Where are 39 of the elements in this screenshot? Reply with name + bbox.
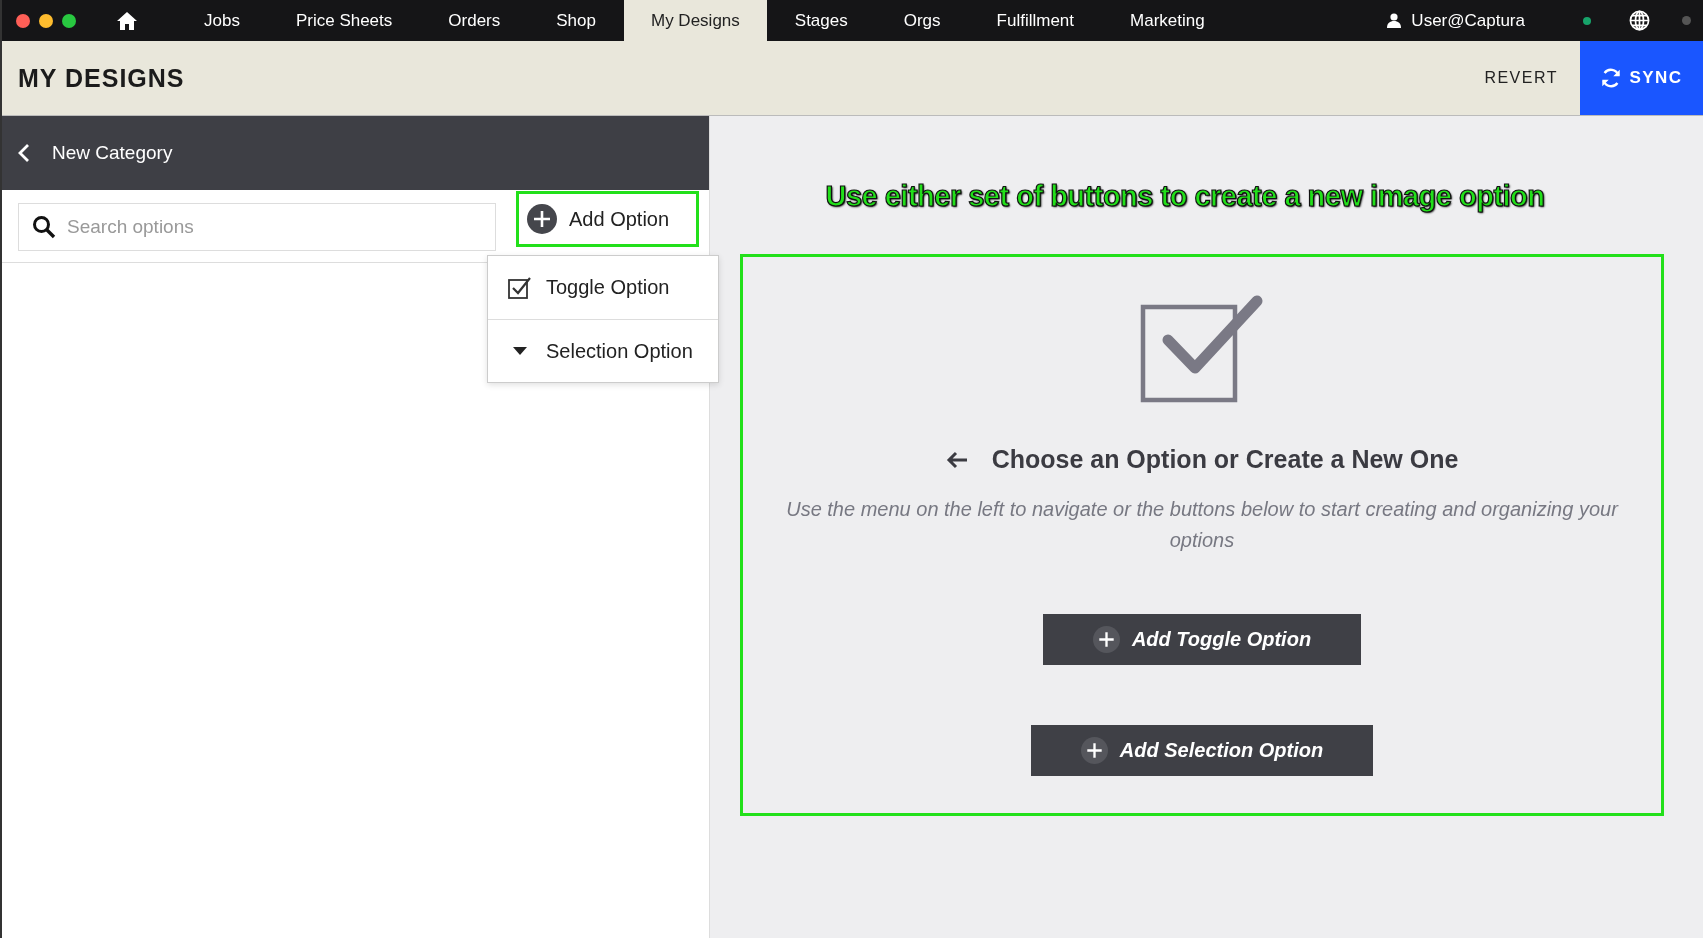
globe-icon[interactable] [1629,10,1650,31]
minimize-window-icon[interactable] [39,13,53,28]
nav-tab[interactable]: My Designs [624,0,767,41]
search-field[interactable]: Search options [18,203,496,251]
checkbox-icon [1139,295,1265,403]
nav-tab[interactable]: Stages [766,0,876,41]
menu-item[interactable]: Toggle Option [488,256,718,319]
nav-tab[interactable]: Fulfillment [968,0,1103,41]
empty-state-text: Use the menu on the left to navigate or the buttons below to start creating and organizing your options [785,497,1620,553]
close-window-icon[interactable] [16,13,30,28]
revert-button[interactable]: REVERT [1464,59,1578,97]
status-dot-icon [1583,16,1591,25]
plus-icon [527,204,557,234]
category-title: New Category [52,142,173,164]
user-icon [1387,13,1402,28]
add-option-button[interactable]: Add Selection Option [1030,725,1374,776]
nav-tab[interactable]: Orders [420,0,529,41]
add-option-button[interactable]: Add Toggle Option [1042,614,1362,665]
empty-state-heading: Choose an Option or Create a New One [991,445,1459,474]
nav-tab[interactable]: Jobs [176,0,268,41]
back-chevron-icon[interactable] [18,143,30,163]
plus-icon [1092,626,1120,653]
annotation-caption: Use either set of buttons to create a new image option [824,180,1546,214]
nav-tab[interactable]: Marketing [1102,0,1233,41]
menu-item[interactable]: Selection Option [488,319,718,382]
maximize-window-icon[interactable] [62,13,76,28]
add-option-button[interactable]: Add Option [516,191,699,247]
user-name[interactable]: User@Captura [1411,10,1525,31]
sync-button[interactable]: SYNC [1580,41,1703,115]
checkbox-icon [508,276,532,299]
nav-tab[interactable]: Price Sheets [267,0,421,41]
nav-tab[interactable]: Orgs [875,0,969,41]
status-dot-icon [1682,16,1691,25]
plus-icon [1080,737,1108,764]
sync-icon [1600,67,1623,89]
arrow-left-icon [945,450,968,469]
nav-tab[interactable]: Shop [528,0,624,41]
home-icon[interactable] [116,10,138,31]
page-title: MY DESIGNS [18,63,185,93]
